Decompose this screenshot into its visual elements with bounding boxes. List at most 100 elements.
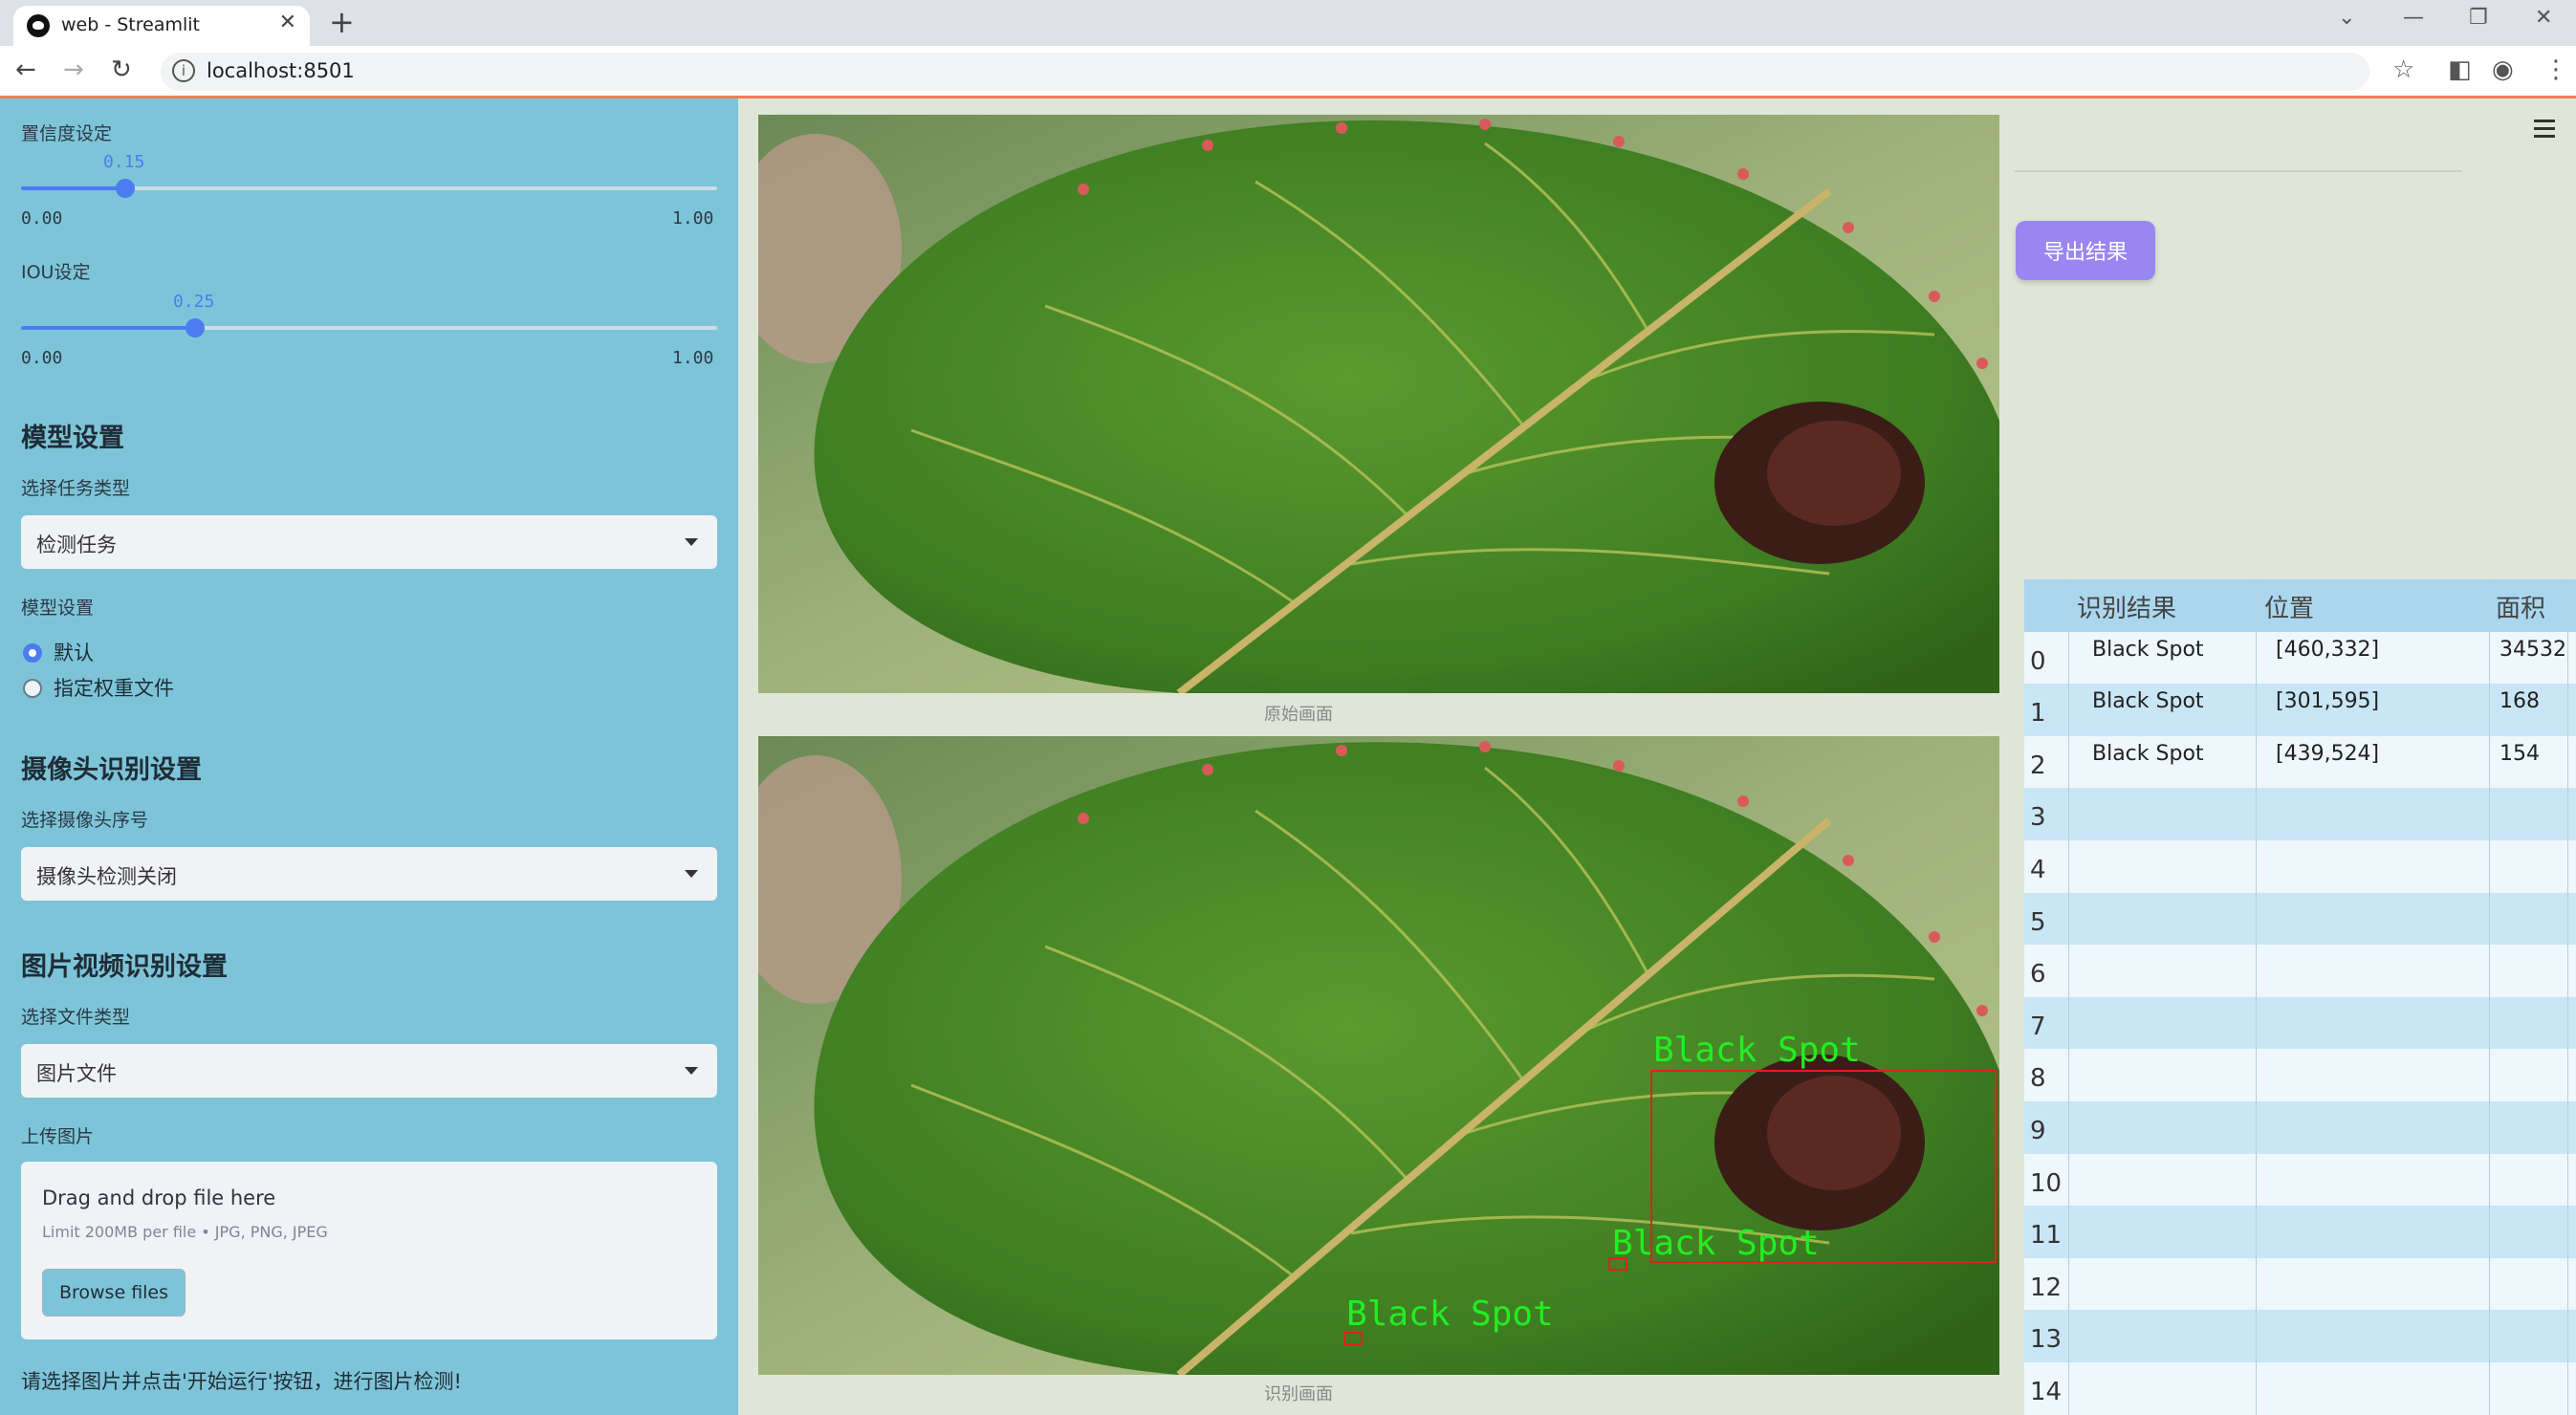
cell-position <box>2256 1100 2489 1154</box>
file-type-select[interactable]: 图片文件 <box>21 1044 717 1098</box>
cell-position <box>2256 1049 2489 1101</box>
cell-area: 34532 <box>2489 631 2567 685</box>
radio-selected-icon[interactable] <box>23 643 42 663</box>
table-row[interactable]: 1 Black Spot[301,595]1680.05 <box>2024 684 2576 736</box>
tab-close-icon[interactable]: ✕ <box>279 11 296 34</box>
file-type-label: 选择文件类型 <box>21 1007 131 1028</box>
cell-time <box>2567 1310 2576 1362</box>
url-text[interactable]: localhost:8501 <box>207 59 355 82</box>
address-bar[interactable]: i localhost:8501 <box>161 53 2369 91</box>
radio-default-label: 默认 <box>54 642 94 664</box>
row-index: 10 <box>2030 1168 2063 1198</box>
cell-position: [460,332] <box>2256 631 2489 685</box>
cell-time: 0.01 <box>2567 631 2576 685</box>
table-row[interactable]: 0 Black Spot[460,332]345320.01 <box>2024 631 2576 685</box>
browse-files-button[interactable]: Browse files <box>42 1269 186 1317</box>
cell-time <box>2567 839 2576 893</box>
column-header[interactable]: 位置 <box>2256 579 2489 632</box>
cell-result <box>2068 1049 2256 1101</box>
site-info-icon[interactable]: i <box>172 59 195 82</box>
browser-menu-icon[interactable]: ⋮ <box>2543 55 2568 84</box>
table-row[interactable]: 11 <box>2024 1206 2576 1258</box>
cell-position <box>2256 1257 2489 1311</box>
row-index: 1 <box>2030 699 2046 729</box>
row-index: 12 <box>2030 1273 2063 1302</box>
export-results-button[interactable]: 导出结果 <box>2016 221 2155 280</box>
table-row[interactable]: 8 <box>2024 1049 2576 1101</box>
hamburger-menu-icon[interactable] <box>2534 120 2555 142</box>
table-row[interactable]: 2 Black Spot[439,524]1540.05 <box>2024 735 2576 789</box>
column-header[interactable]: 面积 <box>2489 579 2567 632</box>
window-close-icon[interactable]: ✕ <box>2535 6 2552 30</box>
browser-tab[interactable]: web - Streamlit ✕ <box>13 6 310 46</box>
column-header[interactable]: 时间 <box>2567 579 2576 632</box>
file-uploader-dropzone[interactable]: Drag and drop file here Limit 200MB per … <box>21 1162 717 1339</box>
model-section-heading: 模型设置 <box>21 424 124 453</box>
radio-default[interactable]: 默认 <box>23 638 94 666</box>
cell-area <box>2489 996 2567 1050</box>
profile-avatar-icon[interactable]: ◉ <box>2492 55 2514 84</box>
row-index: 13 <box>2030 1325 2063 1355</box>
tab-title: web - Streamlit <box>61 14 200 35</box>
table-row[interactable]: 7 <box>2024 996 2576 1050</box>
table-row[interactable]: 3 <box>2024 788 2576 840</box>
confidence-slider-thumb[interactable] <box>116 179 136 198</box>
table-row[interactable]: 6 <box>2024 945 2576 997</box>
row-index: 8 <box>2030 1064 2046 1094</box>
confidence-slider-fill <box>21 186 126 190</box>
detection-label: Black Spot <box>1346 1295 1554 1334</box>
side-panel-icon[interactable]: ◧ <box>2448 55 2472 84</box>
task-type-select[interactable]: 检测任务 <box>21 515 717 569</box>
radio-unselected-icon[interactable] <box>23 679 42 698</box>
minimize-icon[interactable]: — <box>2403 6 2424 30</box>
camera-index-select[interactable]: 摄像头检测关闭 <box>21 847 717 901</box>
result-image: Black Spot Black Spot Black Spot <box>758 736 1999 1375</box>
table-row[interactable]: 14 <box>2024 1361 2576 1415</box>
cell-area <box>2489 1310 2567 1362</box>
cell-result <box>2068 945 2256 997</box>
row-index: 7 <box>2030 1012 2046 1041</box>
radio-custom-weights[interactable]: 指定权重文件 <box>23 673 174 702</box>
streamlit-favicon-icon <box>27 14 50 37</box>
iou-max: 1.00 <box>672 348 714 368</box>
back-icon[interactable]: ← <box>15 55 36 84</box>
bookmark-star-icon[interactable]: ☆ <box>2392 55 2414 84</box>
task-type-value: 检测任务 <box>36 533 117 556</box>
new-tab-icon[interactable]: + <box>329 4 355 40</box>
iou-slider[interactable] <box>21 318 717 337</box>
upload-limits: Limit 200MB per file • JPG, PNG, JPEG <box>42 1223 328 1241</box>
table-row[interactable]: 12 <box>2024 1257 2576 1311</box>
restore-icon[interactable]: ❐ <box>2469 6 2488 30</box>
cell-position <box>2256 1310 2489 1362</box>
reload-icon[interactable]: ↻ <box>111 55 132 84</box>
cell-result <box>2068 1206 2256 1258</box>
table-row[interactable]: 13 <box>2024 1310 2576 1362</box>
row-index: 11 <box>2030 1221 2063 1251</box>
run-hint-text: 请选择图片并点击'开始运行'按钮，进行图片检测! <box>21 1370 462 1393</box>
cell-area <box>2489 839 2567 893</box>
tab-search-chevron-icon[interactable]: ⌄ <box>2338 6 2355 30</box>
forward-icon[interactable]: → <box>63 55 84 84</box>
table-row[interactable]: 10 <box>2024 1153 2576 1207</box>
table-row[interactable]: 9 <box>2024 1100 2576 1154</box>
iou-slider-thumb[interactable] <box>186 318 205 337</box>
confidence-slider[interactable] <box>21 179 717 198</box>
row-index: 4 <box>2030 855 2046 884</box>
confidence-label: 置信度设定 <box>21 123 113 144</box>
cell-time <box>2567 1049 2576 1101</box>
radio-custom-weights-label: 指定权重文件 <box>54 677 174 700</box>
column-header[interactable]: 识别结果 <box>2068 579 2256 632</box>
cell-time <box>2567 945 2576 997</box>
cell-position <box>2256 839 2489 893</box>
table-row[interactable]: 5 <box>2024 892 2576 946</box>
cell-result <box>2068 996 2256 1050</box>
cell-time <box>2567 1257 2576 1311</box>
iou-value: 0.25 <box>173 292 215 312</box>
row-index: 3 <box>2030 803 2046 833</box>
cell-position <box>2256 892 2489 946</box>
table-row[interactable]: 4 <box>2024 839 2576 893</box>
cell-result <box>2068 1361 2256 1415</box>
camera-section-heading: 摄像头识别设置 <box>21 755 202 785</box>
cell-result <box>2068 1310 2256 1362</box>
cell-result <box>2068 892 2256 946</box>
